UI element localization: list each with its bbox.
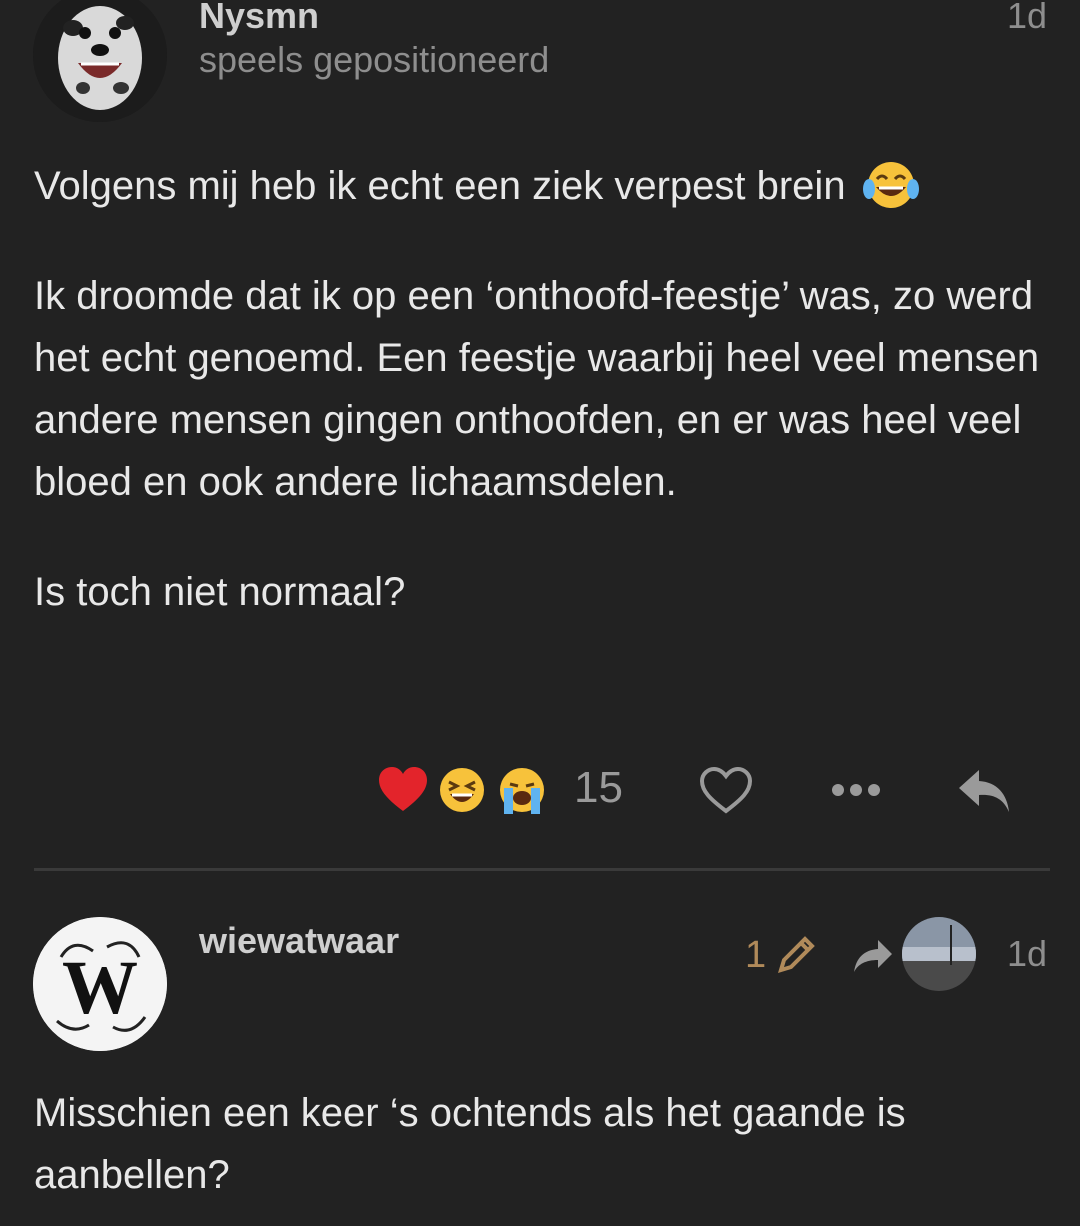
reaction-count[interactable]: 15	[574, 766, 623, 810]
paragraph: Misschien een keer ‘s ochtends als het g…	[34, 1091, 906, 1197]
user-title: speels gepositioneerd	[199, 39, 550, 80]
edit-count[interactable]: 1	[745, 936, 766, 974]
landscape-avatar-icon	[902, 917, 976, 991]
more-dots-icon[interactable]	[830, 780, 882, 800]
paragraph: Is toch niet normaal?	[34, 570, 406, 614]
post-nysmn: Nysmn speels gepositioneerd 1d Volgens m…	[0, 0, 1080, 860]
heart-emoji-icon[interactable]	[377, 765, 429, 815]
grinning-squinting-emoji-icon[interactable]	[438, 766, 486, 814]
post-wiewatwaar: W wiewatwaar 1 1d Misschien een keer ‘s …	[0, 880, 1080, 1226]
ornate-w-monogram-avatar-icon: W	[33, 917, 167, 1051]
post-body: Misschien een keer ‘s ochtends als het g…	[34, 1082, 1054, 1206]
paragraph-text: Volgens mij heb ik echt een ziek verpest…	[34, 164, 846, 208]
user-avatar[interactable]	[33, 0, 167, 122]
dalmatian-dog-avatar-icon	[33, 0, 167, 122]
post-age[interactable]: 1d	[1007, 0, 1047, 34]
username[interactable]: Nysmn	[199, 0, 319, 34]
tears-of-joy-emoji-icon	[862, 162, 919, 208]
post-body: Volgens mij heb ik echt een ziek verpest…	[34, 155, 1054, 623]
pencil-icon[interactable]	[775, 934, 817, 976]
post-age[interactable]: 1d	[1007, 936, 1047, 972]
reply-to-avatar[interactable]	[902, 917, 976, 991]
post-divider	[34, 868, 1050, 871]
share-arrow-icon[interactable]	[852, 938, 894, 974]
reply-arrow-icon[interactable]	[957, 768, 1013, 814]
username[interactable]: wiewatwaar	[199, 923, 399, 959]
loudly-crying-emoji-icon[interactable]	[496, 766, 548, 814]
post-actions: 15	[0, 760, 1080, 820]
user-avatar[interactable]: W	[33, 917, 167, 1051]
svg-text:W: W	[62, 946, 138, 1030]
paragraph: Ik droomde dat ik op een ‘onthoofd-feest…	[34, 274, 1040, 504]
paragraph: Volgens mij heb ik echt een ziek verpest…	[34, 155, 1054, 217]
like-heart-icon[interactable]	[698, 766, 754, 816]
